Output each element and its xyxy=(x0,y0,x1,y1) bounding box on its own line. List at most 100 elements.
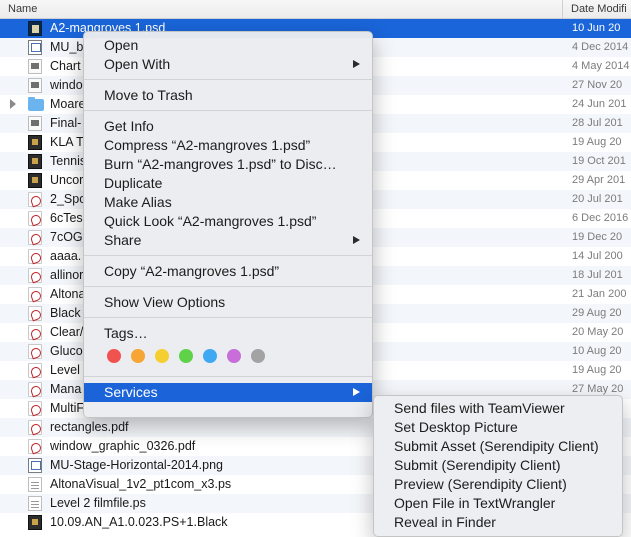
file-name: 10.09.AN_A1.0.023.PS+1.Black xyxy=(50,515,228,529)
menu-separator xyxy=(84,255,372,256)
file-name: Altona xyxy=(50,287,86,301)
pdf-icon xyxy=(28,192,42,207)
tag-gray-icon[interactable] xyxy=(251,349,265,363)
file-name: Final- xyxy=(50,116,82,130)
file-name: aaaa. xyxy=(50,249,82,263)
submenu-arrow-icon xyxy=(353,388,360,396)
services-item[interactable]: Submit (Serendipity Client) xyxy=(374,456,622,475)
tag-yellow-icon[interactable] xyxy=(155,349,169,363)
file-name: Uncor xyxy=(50,173,84,187)
date-modified: 28 Jul 201 xyxy=(572,117,623,129)
file-name: MultiF xyxy=(50,401,85,415)
file-name: AltonaVisual_1v2_pt1com_x3.ps xyxy=(50,477,232,491)
file-name: Chart xyxy=(50,59,81,73)
file-name: Black xyxy=(50,306,81,320)
pdf-icon xyxy=(28,230,42,245)
list-header: Name Date Modifi xyxy=(0,0,631,19)
menu-item-open-with[interactable]: Open With xyxy=(84,55,372,74)
date-modified: 10 Aug 20 xyxy=(572,345,622,357)
menu-separator xyxy=(84,286,372,287)
menu-item-tags[interactable]: Tags… xyxy=(84,324,372,343)
pdf-icon xyxy=(28,420,42,435)
file-name: windo xyxy=(50,78,83,92)
menu-item-quick-look[interactable]: Quick Look “A2-mangroves 1.psd” xyxy=(84,212,372,231)
menu-item-make-alias[interactable]: Make Alias xyxy=(84,193,372,212)
file-name: 2_Spo xyxy=(50,192,87,206)
image-icon xyxy=(28,116,42,131)
tag-red-icon[interactable] xyxy=(107,349,121,363)
menu-separator xyxy=(84,376,372,377)
psd-icon xyxy=(28,21,42,36)
date-modified-column-header[interactable]: Date Modifi xyxy=(571,3,627,15)
date-modified: 21 Jan 200 xyxy=(572,288,627,300)
date-modified: 6 Dec 2016 xyxy=(572,212,629,224)
services-item[interactable]: Reveal in Finder xyxy=(374,513,622,532)
tag-orange-icon[interactable] xyxy=(131,349,145,363)
menu-item-open-with-label: Open With xyxy=(104,56,171,72)
menu-item-show-view-options[interactable]: Show View Options xyxy=(84,293,372,312)
date-modified: 20 Jul 201 xyxy=(572,193,623,205)
services-submenu: Send files with TeamViewer Set Desktop Pi… xyxy=(373,395,623,537)
menu-item-services-label: Services xyxy=(104,384,158,400)
menu-separator xyxy=(84,79,372,80)
file-name: 7cOG xyxy=(50,230,83,244)
context-menu: Open Open With Move to Trash Get Info Co… xyxy=(83,31,373,418)
file-name: window_graphic_0326.pdf xyxy=(50,439,196,453)
pdf-icon xyxy=(28,401,42,416)
column-divider[interactable] xyxy=(562,0,563,19)
folder-icon xyxy=(28,97,44,111)
tag-color-row xyxy=(84,343,372,371)
date-modified: 27 May 20 xyxy=(572,383,624,395)
menu-item-move-to-trash[interactable]: Move to Trash xyxy=(84,86,372,105)
date-modified: 18 Jul 201 xyxy=(572,269,623,281)
dark-image-icon xyxy=(28,173,42,188)
menu-item-duplicate[interactable]: Duplicate xyxy=(84,174,372,193)
dark-image-icon xyxy=(28,135,42,150)
ps-icon xyxy=(28,496,42,511)
submenu-arrow-icon xyxy=(353,236,360,244)
file-name: Clear/ xyxy=(50,325,84,339)
file-name: MU-Stage-Horizontal-2014.png xyxy=(50,458,224,472)
date-modified: 4 Dec 2014 xyxy=(572,41,629,53)
date-modified: 19 Aug 20 xyxy=(572,364,622,376)
pdf-icon xyxy=(28,306,42,321)
file-name: Gluco xyxy=(50,344,83,358)
date-modified: 27 Nov 20 xyxy=(572,79,623,91)
services-item[interactable]: Preview (Serendipity Client) xyxy=(374,475,622,494)
date-modified: 10 Jun 20 xyxy=(572,22,621,34)
services-item[interactable]: Set Desktop Picture xyxy=(374,418,622,437)
tag-blue-icon[interactable] xyxy=(203,349,217,363)
menu-separator xyxy=(84,317,372,318)
file-name: Tennis xyxy=(50,154,87,168)
menu-item-burn[interactable]: Burn “A2-mangroves 1.psd” to Disc… xyxy=(84,155,372,174)
date-modified: 29 Apr 201 xyxy=(572,174,626,186)
date-modified: 20 May 20 xyxy=(572,326,624,338)
pdf-icon xyxy=(28,363,42,378)
menu-item-open[interactable]: Open xyxy=(84,36,372,55)
services-item[interactable]: Open File in TextWrangler xyxy=(374,494,622,513)
menu-item-share-label: Share xyxy=(104,232,142,248)
date-modified: 19 Oct 201 xyxy=(572,155,626,167)
services-item[interactable]: Send files with TeamViewer xyxy=(374,399,622,418)
file-name: rectangles.pdf xyxy=(50,420,129,434)
submenu-arrow-icon xyxy=(353,60,360,68)
tag-green-icon[interactable] xyxy=(179,349,193,363)
file-name: Moare xyxy=(50,97,86,111)
disclosure-triangle-icon[interactable] xyxy=(10,99,16,109)
menu-item-compress[interactable]: Compress “A2-mangroves 1.psd” xyxy=(84,136,372,155)
menu-item-share[interactable]: Share xyxy=(84,231,372,250)
pdf-icon xyxy=(28,211,42,226)
pdf-icon xyxy=(28,249,42,264)
file-name: Mana xyxy=(50,382,82,396)
tag-purple-icon[interactable] xyxy=(227,349,241,363)
menu-item-get-info[interactable]: Get Info xyxy=(84,117,372,136)
name-column-header[interactable]: Name xyxy=(8,3,37,15)
menu-item-copy[interactable]: Copy “A2-mangroves 1.psd” xyxy=(84,262,372,281)
file-name: 6cTes xyxy=(50,211,83,225)
menu-item-services[interactable]: Services xyxy=(84,383,372,402)
window-icon xyxy=(28,40,42,55)
image-icon xyxy=(28,59,42,74)
services-item[interactable]: Submit Asset (Serendipity Client) xyxy=(374,437,622,456)
ps-icon xyxy=(28,477,42,492)
date-modified: 24 Jun 201 xyxy=(572,98,627,110)
